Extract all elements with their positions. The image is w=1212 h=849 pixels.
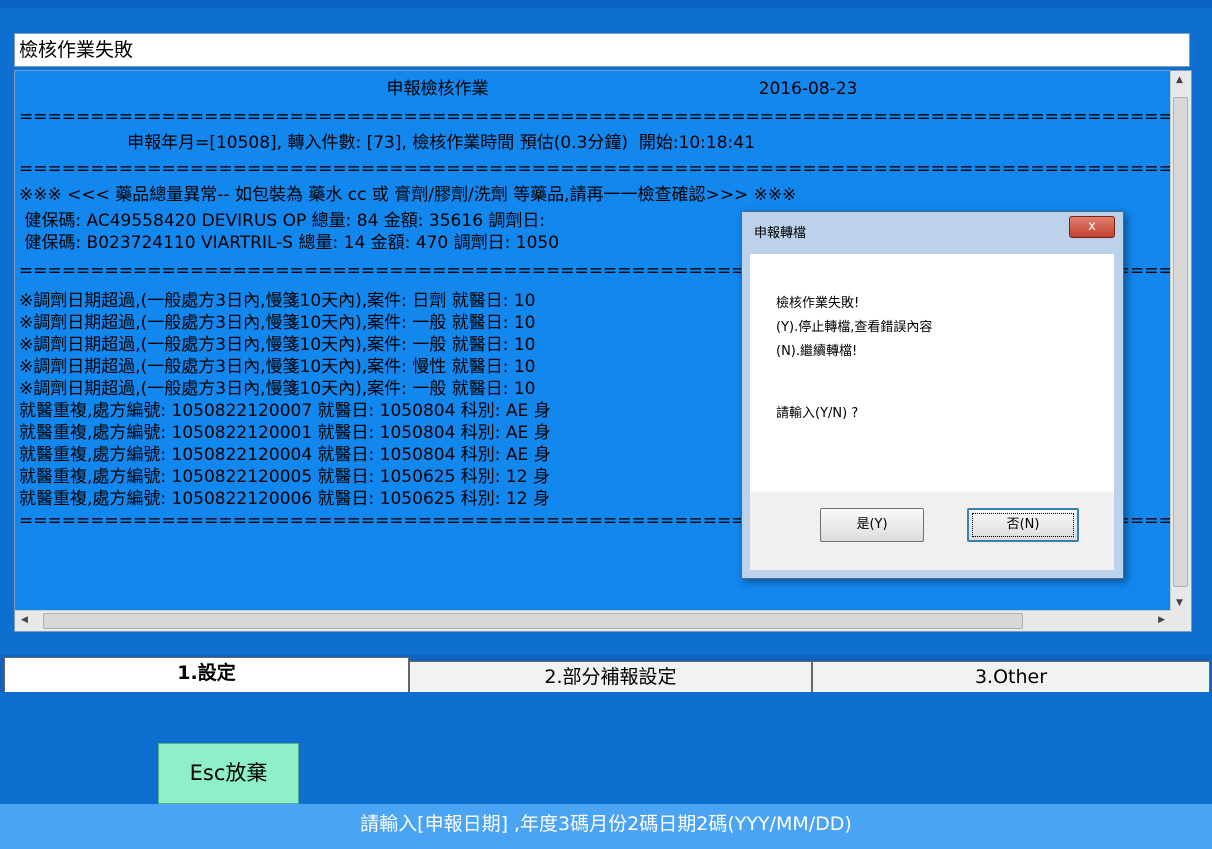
scrollbar-corner [1171,611,1191,631]
tab-settings[interactable]: 1.設定 [4,657,409,693]
log-line: 健保碼: B023724110 VIARTRIL-S 總量: 14 金額: 47… [19,233,560,253]
log-line: 申報檢核作業 2016-08-23 [19,79,858,99]
scroll-left-icon[interactable]: ◀ [21,615,28,625]
no-button[interactable]: 否(N) [967,508,1079,542]
log-line: ========================================… [19,107,1191,127]
horizontal-scrollbar[interactable]: ◀ ▶ [15,610,1171,631]
vertical-scroll-thumb[interactable] [1173,97,1188,587]
dialog-footer: 是(Y) 否(N) [750,492,1114,570]
dialog-body: 檢核作業失敗! (Y).停止轉檔,查看錯誤內容 (N).繼續轉檔! 請輸入(Y/… [750,254,1114,492]
tab-other[interactable]: 3.Other [812,661,1210,693]
dialog-message-option-y: (Y).停止轉檔,查看錯誤內容 [776,320,933,335]
convert-dialog: 申報轉檔 x 檢核作業失敗! (Y).停止轉檔,查看錯誤內容 (N).繼續轉檔!… [741,211,1124,579]
tab-bar: 1.設定 2.部分補報設定 3.Other [0,655,1212,693]
log-line: ※※※ <<< 藥品總量異常-- 如包裝為 藥水 cc 或 膏劑/膠劑/洗劑 等… [19,185,797,205]
log-line: 健保碼: AC49558420 DEVIRUS OP 總量: 84 金額: 35… [19,211,546,231]
vertical-scrollbar[interactable]: ▲ ▼ [1170,71,1191,612]
log-line: 申報年月=[10508], 轉入件數: [73], 檢核作業時間 預估(0.3分… [19,133,755,153]
close-icon[interactable]: x [1069,216,1115,238]
horizontal-scroll-thumb[interactable] [43,613,1023,629]
dialog-title: 申報轉檔 [754,226,807,241]
dialog-message-failed: 檢核作業失敗! [776,296,860,311]
status-bar: 請輸入[申報日期] ,年度3碼月份2碼日期2碼(YYY/MM/DD) [0,804,1212,849]
scroll-up-icon[interactable]: ▲ [1176,75,1183,85]
tab-partial-report-settings[interactable]: 2.部分補報設定 [409,661,812,693]
log-line: ========================================… [19,159,1191,179]
status-message-field[interactable]: 檢核作業失敗 [14,33,1190,67]
focus-rect [972,513,1074,537]
esc-cancel-button[interactable]: Esc放棄 [158,743,299,804]
scroll-down-icon[interactable]: ▼ [1176,598,1183,608]
yes-button[interactable]: 是(Y) [820,508,924,542]
dialog-prompt: 請輸入(Y/N) ? [776,406,859,421]
scroll-right-icon[interactable]: ▶ [1158,615,1165,625]
window-top-frame [0,0,1212,8]
dialog-message-option-n: (N).繼續轉檔! [776,344,858,359]
